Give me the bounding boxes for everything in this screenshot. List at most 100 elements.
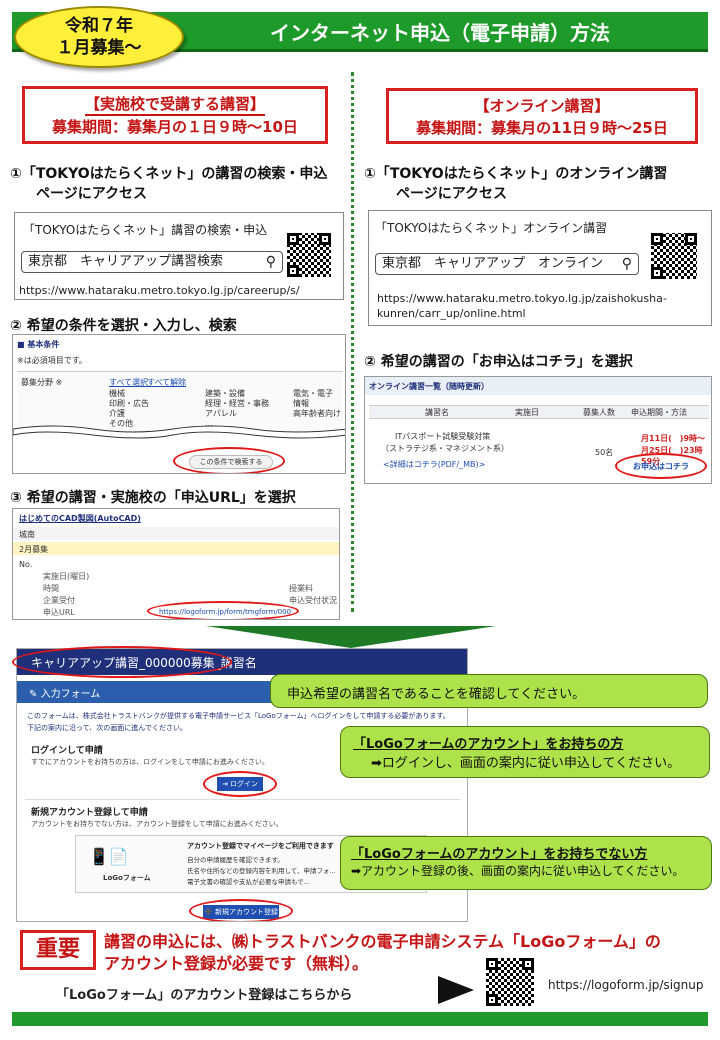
- new-account-heading: 新規アカウント登録して申請: [31, 808, 148, 818]
- new-account-desc: アカウントをお持ちでない方は、アカウント登録をして申請にお進みください。: [31, 820, 283, 828]
- course-row: 城南: [19, 530, 35, 539]
- left-period-box: 【実施校で受講する講習】 募集期間：募集月の１日９時～10日: [22, 86, 328, 144]
- right-period-text: 募集期間：募集月の11日９時～25日: [416, 119, 668, 137]
- form-section: ✎ 入力フォーム: [29, 685, 100, 700]
- right-url-line1[interactable]: https://www.hataraku.metro.tokyo.lg.jp/z…: [377, 291, 667, 306]
- cond-required: ※は必須項目です。: [17, 356, 87, 365]
- right-step1: ①「TOKYOはたらくネット」のオンライン講習 ページにアクセス: [364, 164, 716, 204]
- cond-option[interactable]: 機械: [109, 389, 149, 399]
- cond-option[interactable]: 経理・経営・事務: [205, 399, 269, 409]
- left-step3: ③ 希望の講習・実施校の「申込URL」を選択: [10, 490, 296, 506]
- confirm-callout: 申込希望の講習名であることを確認してください。: [270, 674, 708, 708]
- online-seats: 50名: [595, 448, 614, 457]
- period-badge: 令和７年 １月募集～: [14, 6, 184, 68]
- online-header: 募集人数: [583, 408, 615, 417]
- benefit-item: 氏名や住所などの登録内容を利用して、申請フォ...: [187, 867, 336, 875]
- page-title: インターネット申込（電子申請）方法: [270, 21, 610, 45]
- left-search-label: 「TOKYOはたらくネット」講習の検索・申込: [23, 223, 268, 237]
- qr-code-icon[interactable]: [651, 233, 697, 279]
- online-screenshot: オンライン講習一覧（随時更新） 講習名 実施日 募集人数 申込期間・方法 ITパ…: [364, 376, 712, 484]
- no-account-callout: 「LoGoフォームのアカウント」をお持ちでない方 ➡アカウント登録の後、画面の案…: [340, 836, 712, 890]
- course-label: 企業受付: [43, 596, 75, 605]
- left-url[interactable]: https://www.hataraku.metro.tokyo.lg.jp/c…: [19, 283, 300, 298]
- right-search-input[interactable]: 東京都 キャリアアップ オンライン ⚲: [375, 253, 639, 275]
- online-header: 実施日: [515, 408, 539, 417]
- notice-line1: 講習の申込には、㈱トラストバンクの電子申請システム「LoGoフォーム」の: [104, 932, 661, 951]
- course-row: 2月募集: [19, 545, 49, 554]
- cond-option[interactable]: 介護: [109, 409, 149, 419]
- search-icon[interactable]: ⚲: [266, 252, 276, 272]
- online-course-sub: （ストラテジ系・マネジメント系）: [381, 444, 509, 453]
- torn-edge: [13, 425, 345, 439]
- left-search-input[interactable]: 東京都 キャリアアップ講習検索 ⚲: [21, 251, 283, 273]
- form-intro2: 下記の案内に沿って、次の画面に進んでください。: [27, 724, 187, 732]
- cond-option[interactable]: 電気・電子: [293, 389, 341, 399]
- cond-header: ■ 基本条件: [17, 340, 60, 349]
- cond-option[interactable]: 印刷・広告: [109, 399, 149, 409]
- benefit-list: 自分の申請履歴を確認できます。 氏名や住所などの登録内容を利用して、申請フォ..…: [187, 855, 336, 888]
- online-course: ITパスポート試験受験対策: [395, 432, 491, 441]
- logoform-illustration-icon: 📱📄: [89, 847, 129, 866]
- benefit-title: アカウント登録でマイページをご利用できます: [187, 842, 334, 850]
- login-heading: ログインして申請: [31, 746, 103, 756]
- clear-all-link[interactable]: すべて解除: [147, 377, 186, 388]
- right-url-line2[interactable]: kunren/carr_up/online.html: [377, 306, 526, 321]
- highlight-oval: [173, 447, 285, 473]
- highlight-oval: [189, 899, 293, 921]
- highlight-oval: [203, 771, 277, 797]
- right-search-label: 「TOKYOはたらくネット」オンライン講習: [375, 221, 608, 235]
- right-step1-line2: ページにアクセス: [396, 186, 508, 202]
- cond-option[interactable]: 高年齢者向け: [293, 409, 341, 419]
- right-search-query: 東京都 キャリアアップ オンライン: [382, 256, 604, 271]
- online-header: 講習名: [425, 408, 449, 417]
- detail-link[interactable]: <詳細はコチラ(PDF/_MB)>: [383, 459, 485, 470]
- edit-icon: ✎: [29, 689, 38, 700]
- qr-code-icon[interactable]: [287, 233, 331, 277]
- course-row: No.: [19, 560, 33, 569]
- confirm-callout-text: 申込希望の講習名であることを確認してください。: [287, 687, 586, 702]
- select-all-link[interactable]: すべて選択: [109, 377, 148, 388]
- course-label: 申込受付状況: [289, 596, 337, 605]
- important-notice: 講習の申込には、㈱トラストバンクの電子申請システム「LoGoフォーム」の アカウ…: [104, 931, 714, 975]
- left-step1-line2: ページにアクセス: [36, 186, 148, 202]
- course-title[interactable]: はじめてのCAD製図(AutoCAD): [19, 513, 141, 524]
- online-period: 月11日( )9時～: [641, 434, 706, 443]
- benefit-item: 自分の申請履歴を確認できます。: [187, 856, 284, 864]
- course-label: 申込URL: [43, 608, 75, 617]
- online-header: 申込期間・方法: [631, 408, 687, 417]
- highlight-oval: [615, 453, 707, 479]
- course-label: 時間: [43, 584, 59, 593]
- right-search-box: 「TOKYOはたらくネット」オンライン講習 東京都 キャリアアップ オンライン …: [368, 210, 712, 326]
- cond-option[interactable]: 情報: [293, 399, 341, 409]
- login-desc: すでにアカウントをお持ちの方は、ログインをして申請にお進みください。: [31, 758, 269, 766]
- condition-screenshot: ■ 基本条件 ※は必須項目です。 募集分野 ※ すべて選択 すべて解除 機械 印…: [12, 334, 346, 474]
- badge-line1: 令和７年: [65, 16, 133, 36]
- down-arrow: [206, 626, 496, 648]
- cond-option[interactable]: 建築・設備: [205, 389, 269, 399]
- right-period-box: 【オンライン講習】 募集期間：募集月の11日９時～25日: [386, 88, 698, 144]
- online-title: オンライン講習一覧（随時更新）: [369, 382, 489, 391]
- has-account-title: 「LoGoフォームのアカウント」をお持ちの方: [353, 737, 624, 752]
- course-label: 実施日(曜日): [43, 572, 90, 581]
- search-icon[interactable]: ⚲: [622, 254, 632, 274]
- signup-text: 「LoGoフォーム」のアカウント登録はこちらから: [56, 988, 353, 1003]
- course-screenshot: はじめてのCAD製図(AutoCAD) 城南 2月募集 No. 実施日(曜日) …: [12, 508, 340, 620]
- title-highlight-oval: [12, 646, 232, 678]
- left-search-box: 「TOKYOはたらくネット」講習の検索・申込 東京都 キャリアアップ講習検索 ⚲…: [14, 212, 344, 300]
- no-account-body: ➡アカウント登録の後、画面の案内に従い申込してください。: [351, 864, 685, 878]
- right-step1-line1: ①「TOKYOはたらくネット」のオンライン講習: [364, 166, 668, 182]
- has-account-body: ➡ログインし、画面の案内に従い申込してください。: [371, 756, 681, 771]
- column-divider: [351, 72, 354, 612]
- signup-url[interactable]: https://logoform.jp/signup: [548, 978, 703, 992]
- left-search-query: 東京都 キャリアアップ講習検索: [28, 254, 224, 269]
- signup-qr-code-icon[interactable]: [486, 958, 534, 1006]
- badge-line2: １月募集～: [56, 38, 142, 58]
- form-intro1: このフォームは、株式会社トラストバンクが提供する電子申請サービス「LoGoフォー…: [27, 712, 450, 720]
- right-step2: ② 希望の講習の「お申込はコチラ」を選択: [364, 354, 633, 370]
- cond-col3: 電気・電子 情報 高年齢者向け: [293, 389, 341, 419]
- footer-bar: [12, 1012, 708, 1026]
- logoform-logo: LoGoフォーム: [103, 874, 151, 882]
- cond-option[interactable]: アパレル: [205, 409, 269, 419]
- course-labels: 実施日(曜日) 時間 企業受付 申込URL: [43, 571, 89, 619]
- left-step1-line1: ①「TOKYOはたらくネット」の講習の検索・申込: [10, 166, 328, 182]
